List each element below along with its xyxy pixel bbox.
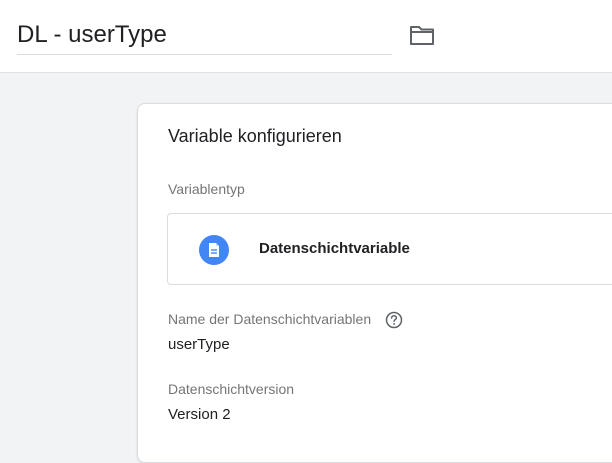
top-bar: DL - userType [0,0,612,73]
data-layer-version-label: Datenschichtversion [168,381,295,397]
variable-name-input[interactable]: DL - userType [17,18,392,55]
folder-icon [410,26,434,45]
variable-type-label: Variablentyp [168,181,245,197]
data-layer-name-label-text: Name der Datenschichtvariablen [168,311,372,327]
document-icon [209,243,219,257]
variable-type-name: Datenschichtvariable [259,240,410,257]
help-circle-icon[interactable] [385,311,403,329]
card-title: Variable konfigurieren [168,126,342,146]
folder-button[interactable] [407,21,437,49]
variable-config-card: Variable konfigurieren Variablentyp Date… [137,103,612,463]
data-layer-name-label: Name der Datenschichtvariablen [168,311,403,329]
data-layer-type-icon [199,235,229,265]
data-layer-name-value: userType [168,336,230,353]
variable-type-selector[interactable]: Datenschichtvariable [167,213,612,285]
data-layer-version-value: Version 2 [168,406,231,423]
